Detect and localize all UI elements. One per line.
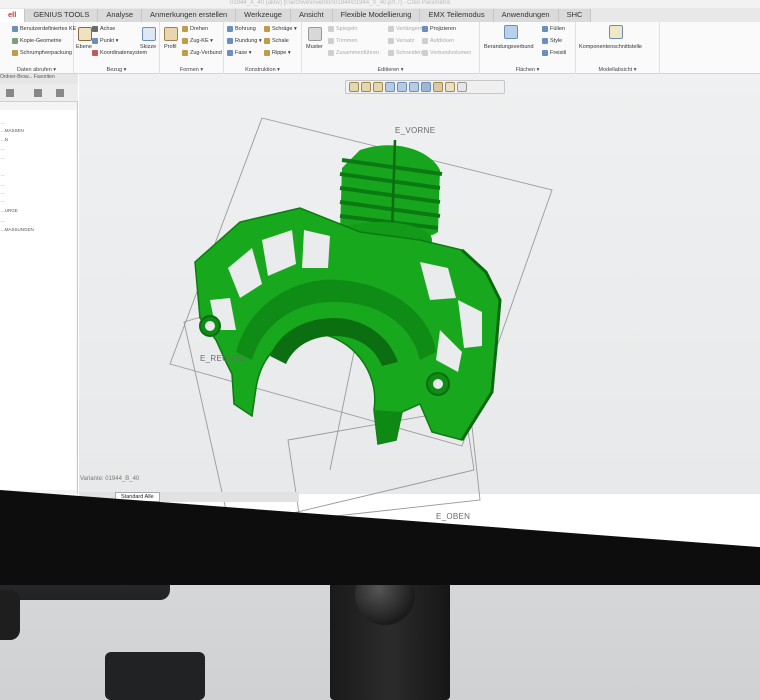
datum-label-vorne[interactable]: E_VORNE <box>395 126 435 135</box>
claw-body <box>194 207 502 445</box>
datum-label-rechts[interactable]: E_RECHTS <box>200 354 245 363</box>
datum-label-oben[interactable]: E_OBEN <box>436 512 470 521</box>
variant-label: Variante: 01944_B_40 <box>80 476 140 482</box>
desk-object <box>0 590 20 640</box>
monitor-screen: 01944_X_40 (aktiv) [l:\archive\inventor\… <box>0 0 760 585</box>
usb-hub <box>105 652 205 700</box>
